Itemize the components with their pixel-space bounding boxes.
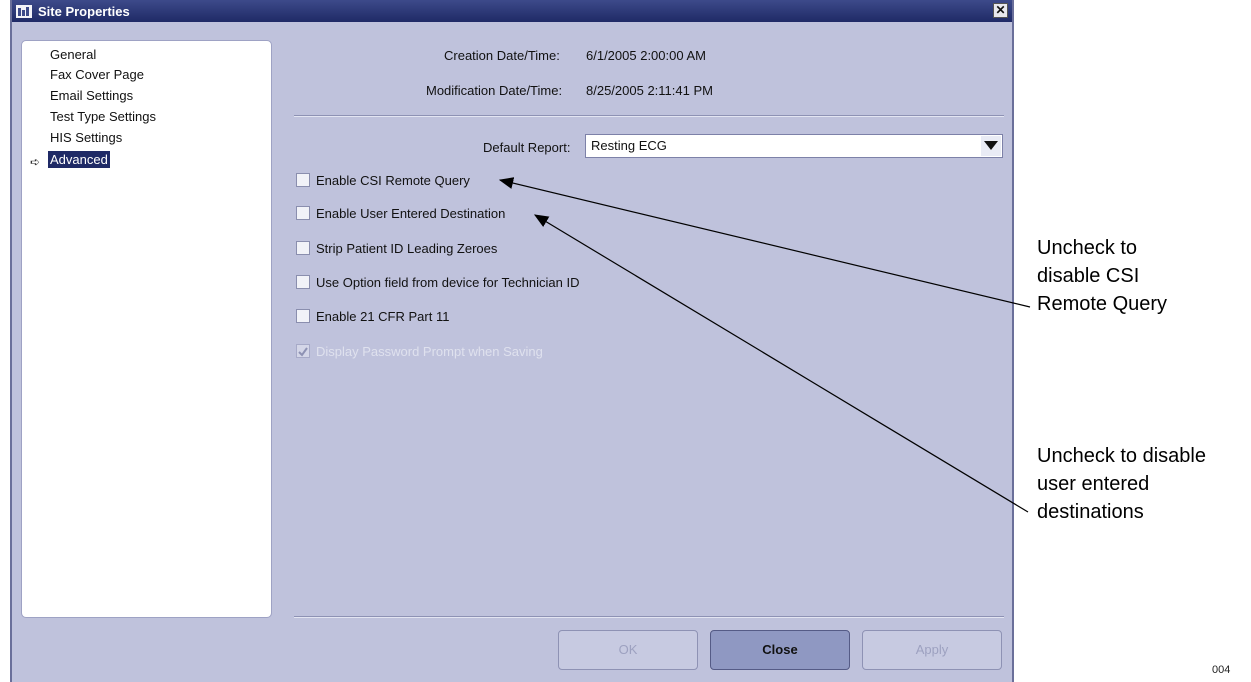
annotation-line: destinations bbox=[1037, 501, 1144, 523]
annotation-line: user entered bbox=[1037, 473, 1150, 495]
arrow-csi-remote-query bbox=[498, 177, 1031, 308]
annotation-line: Remote Query bbox=[1037, 293, 1168, 315]
annotation-user-destination: Uncheck to disable user entered destinat… bbox=[1037, 442, 1206, 526]
figure-number: 004 bbox=[1212, 664, 1231, 676]
arrow-user-entered-destination bbox=[533, 214, 1029, 513]
annotation-line: Uncheck to disable bbox=[1037, 445, 1206, 467]
annotation-line: disable CSI bbox=[1037, 265, 1140, 287]
annotation-csi: Uncheck to disable CSI Remote Query bbox=[1037, 234, 1167, 318]
annotation-line: Uncheck to bbox=[1037, 237, 1138, 259]
annotation-arrows bbox=[498, 177, 1031, 513]
